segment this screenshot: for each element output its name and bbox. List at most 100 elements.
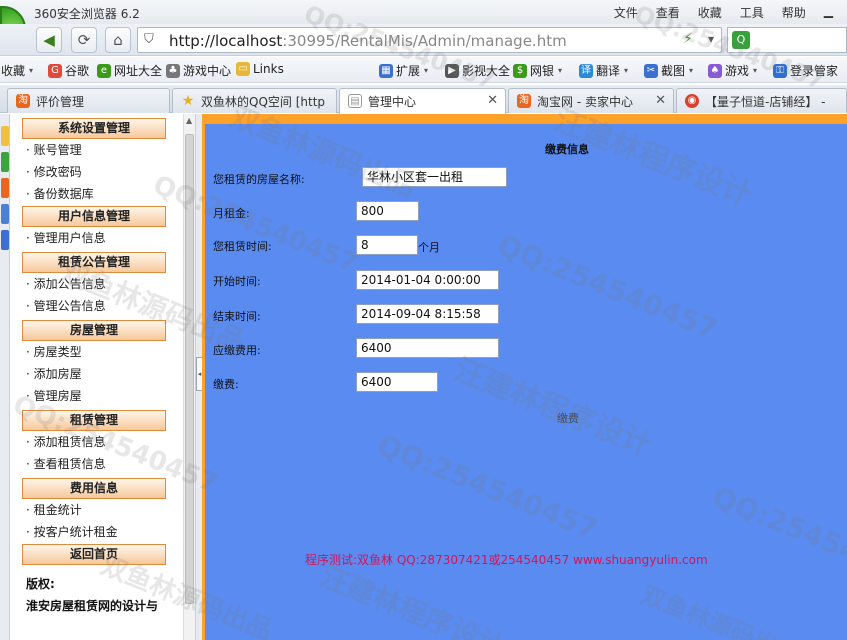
folder-icon: ▭ (236, 62, 250, 76)
side-tool-icon[interactable] (1, 204, 9, 224)
fav-collect[interactable]: 收藏 ▾ (1, 62, 33, 79)
fav-screenshot[interactable]: ✂ 截图 ▾ (644, 62, 693, 79)
copyright-label: 版权: (26, 577, 55, 591)
back-button[interactable]: ◀ (36, 27, 62, 53)
taobao-icon: 淘 (16, 94, 30, 108)
close-tab-icon[interactable]: ✕ (487, 93, 498, 108)
side-tool-icon[interactable] (1, 230, 9, 250)
side-tool-icon[interactable] (1, 126, 9, 146)
menu-item-account[interactable]: 账号管理 (12, 139, 182, 161)
menu-item-manage-house[interactable]: 管理房屋 (12, 385, 182, 407)
menu-item-add-notice[interactable]: 添加公告信息 (12, 273, 182, 295)
fav-login-manager[interactable]: ⚿ 登录管家 (773, 62, 838, 79)
due-amount-input[interactable]: 6400 (356, 338, 499, 358)
menu-group-notice[interactable]: 租赁公告管理 (22, 252, 166, 273)
star-icon: ★ (181, 93, 195, 109)
refresh-button[interactable]: ⟳ (71, 27, 97, 53)
payment-label: 缴费: (213, 378, 239, 391)
google-icon: G (48, 63, 62, 78)
fav-site-nav[interactable]: e 网址大全 (97, 62, 162, 79)
fav-translate[interactable]: 译翻译 ▾ (579, 62, 628, 79)
sidebar-scrollbar[interactable]: ▲ (183, 114, 195, 640)
fav-extensions[interactable]: ▦ 扩展 ▾ (379, 62, 428, 79)
game-icon: ♠ (708, 63, 722, 78)
fav-game-center[interactable]: ♣ 游戏中心 (166, 62, 231, 79)
tab-qq-space[interactable]: ★ 双鱼林的QQ空间 [http (172, 88, 337, 113)
payment-input[interactable]: 6400 (356, 372, 438, 392)
fav-bank[interactable]: $ 网银 ▾ (513, 62, 562, 79)
menu-item-view-rental[interactable]: 查看租赁信息 (12, 453, 182, 475)
menu-group-system[interactable]: 系统设置管理 (22, 118, 166, 139)
search-box[interactable]: Q (727, 27, 847, 53)
duration-label: 您租赁时间: (213, 240, 272, 253)
menu-help[interactable]: 帮助 (782, 4, 806, 21)
menu-favorites[interactable]: 收藏 (698, 4, 722, 21)
menu-item-add-rental[interactable]: 添加租赁信息 (12, 431, 182, 453)
key-icon: ⚿ (773, 63, 787, 78)
address-url[interactable]: http://localhost:30995/RentalMis/Admin/m… (169, 32, 567, 50)
scrollbar-thumb[interactable] (185, 134, 194, 604)
menu-item-manage-users[interactable]: 管理用户信息 (12, 227, 182, 249)
menu-file[interactable]: 文件 (614, 4, 638, 21)
tab-bar: 淘 评价管理 ★ 双鱼林的QQ空间 [http ▤ 管理中心 ✕ 淘 淘宝网 -… (0, 85, 847, 114)
side-toolbar (0, 114, 10, 640)
browser-menu: 文件 查看 收藏 工具 帮助 ▁ (614, 4, 847, 21)
start-time-label: 开始时间: (213, 275, 261, 288)
menu-tools[interactable]: 工具 (740, 4, 764, 21)
house-name-label: 您租赁的房屋名称: (213, 173, 305, 186)
translate-icon: 译 (579, 63, 593, 78)
video-icon: ▶ (445, 63, 459, 78)
fav-google[interactable]: G 谷歌 (48, 62, 89, 79)
close-tab-icon[interactable]: ✕ (655, 93, 666, 108)
security-shield-icon: ⛉ (144, 32, 154, 47)
fav-video[interactable]: ▶ 影视大全 (445, 62, 510, 79)
end-time-label: 结束时间: (213, 310, 261, 323)
speed-mode-icon[interactable]: ⚡ (683, 31, 693, 47)
scroll-up-icon[interactable]: ▲ (186, 116, 192, 125)
start-time-input[interactable]: 2014-01-04 0:00:00 (356, 270, 499, 290)
search-engine-icon[interactable]: Q (732, 31, 750, 49)
side-tool-icon[interactable] (1, 178, 9, 198)
menu-view[interactable]: 查看 (656, 4, 680, 21)
menu-group-fee[interactable]: 费用信息 (22, 478, 166, 499)
browser-title-bar: 360安全浏览器 6.2 文件 查看 收藏 工具 帮助 ▁ (0, 0, 847, 24)
minimize-icon[interactable]: ▁ (824, 4, 833, 21)
menu-item-rent-stats[interactable]: 租金统计 (12, 499, 182, 521)
duration-unit: 个月 (418, 241, 440, 254)
menu-item-change-password[interactable]: 修改密码 (12, 161, 182, 183)
house-name-input[interactable]: 华林小区套一出租 (362, 167, 507, 187)
tab-taobao-seller[interactable]: 淘 淘宝网 - 卖家中心 ✕ (508, 88, 674, 113)
fav-links[interactable]: ▭ Links (236, 62, 284, 76)
frame-splitter[interactable]: ◂ (195, 114, 203, 640)
menu-item-backup-db[interactable]: 备份数据库 (12, 183, 182, 205)
sidebar-menu: 系统设置管理 账号管理 修改密码 备份数据库 用户信息管理 管理用户信息 租赁公… (12, 114, 182, 640)
menu-item-house-type[interactable]: 房屋类型 (12, 341, 182, 363)
scissors-icon: ✂ (644, 63, 658, 78)
menu-group-house[interactable]: 房屋管理 (22, 320, 166, 341)
duration-input[interactable]: 8 (356, 235, 418, 255)
tab-evaluation[interactable]: 淘 评价管理 (7, 88, 170, 113)
home-button[interactable]: ⌂ (105, 27, 131, 53)
pay-button[interactable]: 缴费 (557, 410, 579, 426)
gamepad-icon: ♣ (166, 63, 180, 78)
menu-item-manage-notice[interactable]: 管理公告信息 (12, 295, 182, 317)
menu-item-add-house[interactable]: 添加房屋 (12, 363, 182, 385)
monthly-rent-input[interactable]: 800 (356, 201, 419, 221)
fav-games[interactable]: ♠ 游戏 ▾ (708, 62, 757, 79)
end-time-input[interactable]: 2014-09-04 8:15:58 (356, 304, 499, 324)
menu-group-user[interactable]: 用户信息管理 (22, 206, 166, 227)
address-bar[interactable]: ⛉ http://localhost:30995/RentalMis/Admin… (137, 27, 722, 53)
tab-liangzi[interactable]: ◉ 【量子恒道-店铺经】 - (676, 88, 847, 113)
copyright-text: 淮安房屋租赁网的设计与 (26, 599, 159, 613)
site-nav-icon: e (97, 63, 111, 78)
menu-group-rental[interactable]: 租赁管理 (22, 410, 166, 431)
side-tool-icon[interactable] (1, 152, 9, 172)
monthly-rent-label: 月租金: (213, 207, 250, 220)
tab-manage-center[interactable]: ▤ 管理中心 ✕ (339, 88, 506, 114)
navigation-bar: ◀ ⟳ ⌂ ⛉ http://localhost:30995/RentalMis… (0, 24, 847, 56)
menu-home[interactable]: 返回首页 (22, 544, 166, 565)
address-dropdown-icon[interactable]: ▾ (708, 32, 714, 46)
menu-item-customer-rent-stats[interactable]: 按客户统计租金 (12, 521, 182, 543)
taobao-icon: 淘 (517, 94, 531, 108)
footer-credit: 程序测试:双鱼林 QQ:287307421或254540457 www.shua… (305, 553, 708, 567)
